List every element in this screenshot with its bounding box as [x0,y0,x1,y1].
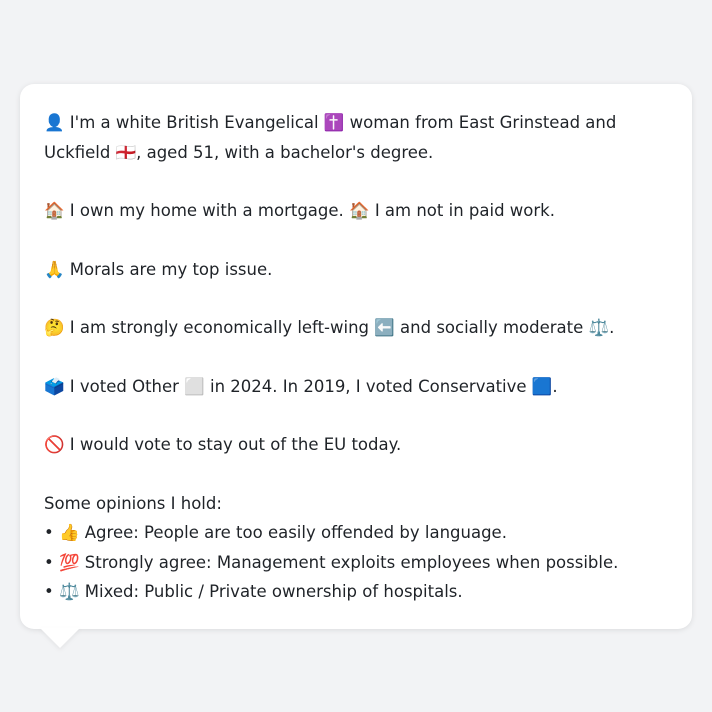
persona-intro: 👤 I'm a white British Evangelical ✝️ wom… [44,113,617,162]
opinions-section: Some opinions I hold: • 👍 Agree: People … [44,489,668,607]
opinion-item: • 👍 Agree: People are too easily offende… [44,523,507,542]
persona-vote-history: 🗳️ I voted Other ⬜ in 2024. In 2019, I v… [44,376,558,396]
opinion-item: • 💯 Strongly agree: Management exploits … [44,552,619,572]
opinions-list: • 👍 Agree: People are too easily offende… [44,518,668,607]
message-bubble: 👤 I'm a white British Evangelical ✝️ wom… [20,84,692,629]
message-bubble-tail [40,628,80,648]
persona-top-issue: 🙏 Morals are my top issue. [44,259,273,279]
persona-ideology: 🤔 I am strongly economically left-wing ⬅… [44,318,615,337]
persona-eu-stance: 🚫 I would vote to stay out of the EU tod… [44,435,402,454]
persona-home-work: 🏠 I own my home with a mortgage. 🏠 I am … [44,201,555,220]
opinions-heading: Some opinions I hold: [44,493,222,513]
opinion-item: • ⚖️ Mixed: Public / Private ownership o… [44,582,463,601]
